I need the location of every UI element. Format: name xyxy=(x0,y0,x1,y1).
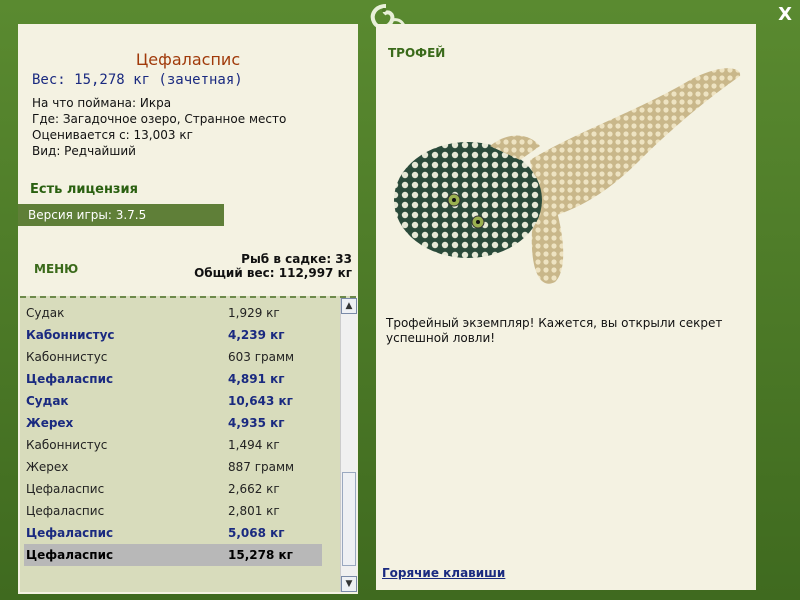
catch-fish-weight: 2,662 кг xyxy=(228,482,280,496)
catch-fish-name: Цефаласпис xyxy=(26,504,105,518)
catch-row[interactable]: Кабоннистус 603 грамм xyxy=(24,346,322,368)
fish-info-panel: Цефаласпис Вес: 15,278 кг (зачетная) На … xyxy=(18,24,358,594)
scroll-down-button[interactable]: ▼ xyxy=(341,576,357,592)
catch-fish-name: Кабоннистус xyxy=(26,350,108,364)
license-status: Есть лицензия xyxy=(30,182,138,197)
catch-row[interactable]: Цефаласпис 2,801 кг xyxy=(24,500,322,522)
catch-fish-weight: 4,891 кг xyxy=(228,372,285,386)
catch-row[interactable]: Цефаласпис 2,662 кг xyxy=(24,478,322,500)
fish-title: Цефаласпис xyxy=(135,50,241,69)
fish-weight: Вес: 15,278 кг (зачетная) xyxy=(32,72,243,88)
trophy-description: Трофейный экземпляр! Кажется, вы открыли… xyxy=(386,316,723,345)
scroll-up-button[interactable]: ▲ xyxy=(341,298,357,314)
catch-fish-name: Цефаласпис xyxy=(26,526,114,540)
catch-row[interactable]: Кабоннистус 4,239 кг xyxy=(24,324,322,346)
catch-fish-weight: 10,643 кг xyxy=(228,394,293,408)
menu-button[interactable]: МЕНЮ xyxy=(34,262,78,276)
close-button[interactable]: X xyxy=(778,4,792,25)
game-version: Версия игры: 3.7.5 xyxy=(18,204,224,226)
trophy-panel: ТРОФЕЙ Трофейный экземпляр! Кажется, вы … xyxy=(376,24,756,590)
catch-row[interactable]: Жерех 887 грамм xyxy=(24,456,322,478)
caught-on: На что поймана: Икра xyxy=(32,96,172,110)
catch-row[interactable]: Жерех 4,935 кг xyxy=(24,412,322,434)
keepnet-count: Рыб в садке: 33 xyxy=(241,252,352,266)
catch-fish-weight: 4,239 кг xyxy=(228,328,285,342)
catch-fish-weight: 4,935 кг xyxy=(228,416,285,430)
catch-fish-name: Цефаласпис xyxy=(26,548,114,562)
keepnet-summary: Рыб в садке: 33 Общий вес: 112,997 кг xyxy=(194,252,352,280)
catch-fish-name: Цефаласпис xyxy=(26,372,114,386)
catch-fish-weight: 15,278 кг xyxy=(228,548,293,562)
catch-row[interactable]: Цефаласпис 4,891 кг xyxy=(24,368,322,390)
catch-row[interactable]: Судак 10,643 кг xyxy=(24,390,322,412)
catch-row[interactable]: Судак 1,929 кг xyxy=(24,302,322,324)
catch-fish-weight: 1,494 кг xyxy=(228,438,280,452)
catch-fish-name: Судак xyxy=(26,306,65,320)
catch-fish-name: Судак xyxy=(26,394,69,408)
catch-fish-weight: 887 грамм xyxy=(228,460,295,474)
catch-fish-name: Жерех xyxy=(26,460,69,474)
hotkeys-link[interactable]: Горячие клавиши xyxy=(382,566,505,580)
fish-image xyxy=(394,68,741,284)
catch-list[interactable]: Судак 1,929 кг Кабоннистус 4,239 кг Кабоннис… xyxy=(20,296,357,592)
catch-fish-name: Цефаласпис xyxy=(26,482,105,496)
catch-fish-name: Кабоннистус xyxy=(26,328,115,342)
catch-location: Где: Загадочное озеро, Странное место xyxy=(32,112,287,126)
fish-species: Вид: Редчайший xyxy=(32,144,136,158)
catch-fish-name: Жерех xyxy=(26,416,74,430)
catch-fish-weight: 1,929 кг xyxy=(228,306,280,320)
catch-row[interactable]: Цефаласпис 15,278 кг xyxy=(24,544,322,566)
keepnet-total: Общий вес: 112,997 кг xyxy=(194,266,352,280)
scrollbar[interactable]: ▲ ▼ xyxy=(340,298,357,592)
catch-fish-name: Кабоннистус xyxy=(26,438,108,452)
catch-fish-weight: 2,801 кг xyxy=(228,504,280,518)
catch-row[interactable]: Цефаласпис 5,068 кг xyxy=(24,522,322,544)
rated-from: Оценивается с: 13,003 кг xyxy=(32,128,193,142)
scroll-thumb[interactable] xyxy=(342,472,356,566)
catch-fish-weight: 603 грамм xyxy=(228,350,295,364)
catch-row[interactable]: Кабоннистус 1,494 кг xyxy=(24,434,322,456)
catch-fish-weight: 5,068 кг xyxy=(228,526,285,540)
